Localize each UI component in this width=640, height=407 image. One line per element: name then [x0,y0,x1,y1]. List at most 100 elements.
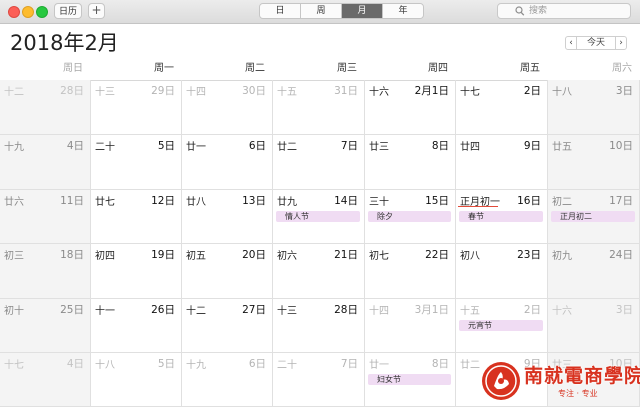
event-holiday[interactable]: 春节 [459,211,543,222]
day-cell[interactable]: 廿六 11日 [0,190,91,244]
day-cell[interactable]: 十四 30日 [182,80,273,135]
lunar-date: 廿七 [95,197,115,208]
day-number: 8日 [431,140,449,152]
day-number: 3日 [615,304,633,316]
search-icon [515,5,525,22]
lunar-date: 十六 [552,306,572,317]
day-number: 20日 [242,249,266,261]
lunar-date: 十二 [4,87,24,98]
day-cell[interactable]: 十七 2日 [456,80,548,135]
day-number: 2月1日 [414,85,449,97]
event-holiday[interactable]: 情人节 [276,211,360,222]
day-cell[interactable]: 廿三 8日 [365,135,456,190]
day-cell[interactable]: 初九 24日 [548,244,640,299]
day-cell[interactable]: 十四 3月1日 [365,299,456,353]
next-month-button[interactable]: › [615,36,627,50]
day-cell[interactable]: 初四 19日 [91,244,182,299]
day-cell[interactable]: 十三 29日 [91,80,182,135]
zoom-window-button[interactable] [36,6,48,18]
day-number: 18日 [60,249,84,261]
day-cell[interactable]: 廿八 13日 [182,190,273,244]
lunar-date: 十五 [460,306,480,317]
day-cell[interactable]: 廿四 9日 [456,135,548,190]
lunar-date: 十八 [552,87,572,98]
day-number: 3日 [615,85,633,97]
day-number: 5日 [157,358,175,370]
day-cell[interactable]: 初三 18日 [0,244,91,299]
day-number: 25日 [60,304,84,316]
minimize-window-button[interactable] [22,6,34,18]
day-number: 4日 [66,140,84,152]
day-cell[interactable]: 十七 4日 [0,353,91,407]
day-cell[interactable]: 廿九 14日 情人节 [273,190,365,244]
lunar-date: 十二 [186,306,206,317]
add-event-button[interactable]: + [88,3,105,19]
close-window-button[interactable] [8,6,20,18]
day-number: 11日 [60,195,84,207]
day-number: 2日 [523,85,541,97]
tab-year[interactable]: 年 [383,4,423,18]
day-cell[interactable]: 三十 15日 除夕 [365,190,456,244]
day-cell[interactable]: 十三 28日 [273,299,365,353]
seal-icon [482,362,520,400]
day-cell[interactable]: 初二 17日 正月初二 [548,190,640,244]
day-cell[interactable]: 廿一 6日 [182,135,273,190]
day-cell[interactable]: 初十 25日 [0,299,91,353]
lunar-date: 二十 [277,360,297,371]
day-cell[interactable]: 十九 4日 [0,135,91,190]
lunar-date: 十九 [4,142,24,153]
day-number: 30日 [242,85,266,97]
day-cell[interactable]: 正月初一 16日 春节 [456,190,548,244]
day-cell[interactable]: 二十 7日 [273,353,365,407]
weekday-header: 周日 周一 周二 周三 周四 周五 周六 [0,58,640,81]
day-cell[interactable]: 初七 22日 [365,244,456,299]
event-holiday[interactable]: 除夕 [368,211,451,222]
calendars-button[interactable]: 日历 [54,3,82,19]
day-cell[interactable]: 十八 5日 [91,353,182,407]
day-cell[interactable]: 十六 2月1日 [365,80,456,135]
day-cell[interactable]: 十一 26日 [91,299,182,353]
day-cell[interactable]: 廿二 7日 [273,135,365,190]
day-cell[interactable]: 十五 31日 [273,80,365,135]
day-cell[interactable]: 廿一 8日 妇女节 [365,353,456,407]
lunar-date: 初三 [4,251,24,262]
search-input[interactable]: 搜索 [497,3,631,19]
weekday-label: 周二 [245,63,265,74]
day-cell[interactable]: 十五 2日 元宵节 [456,299,548,353]
watermark-text: 南就電商學院 [524,365,640,387]
day-cell[interactable]: 廿七 12日 [91,190,182,244]
day-cell[interactable]: 十二 27日 [182,299,273,353]
today-button[interactable]: 今天 [577,36,615,50]
event-holiday[interactable]: 妇女节 [368,374,451,385]
day-cell[interactable]: 廿五 10日 [548,135,640,190]
day-cell[interactable]: 二十 5日 [91,135,182,190]
day-cell[interactable]: 初八 23日 [456,244,548,299]
tab-month[interactable]: 月 [342,4,383,18]
day-cell[interactable]: 十二 28日 [0,80,91,135]
event-holiday[interactable]: 正月初二 [551,211,635,222]
lunar-date: 廿二 [460,360,480,371]
day-number: 31日 [334,85,358,97]
day-number: 9日 [523,140,541,152]
day-cell[interactable]: 十九 6日 [182,353,273,407]
lunar-date: 十八 [95,360,115,371]
previous-month-button[interactable]: ‹ [565,36,577,50]
tab-week[interactable]: 周 [301,4,342,18]
day-number: 3月1日 [414,304,449,316]
tab-day[interactable]: 日 [260,4,301,18]
day-cell[interactable]: 十八 3日 [548,80,640,135]
day-cell[interactable]: 初五 20日 [182,244,273,299]
day-cell[interactable]: 十六 3日 [548,299,640,353]
watermark-subtext: 专注 · 专业 [558,389,598,398]
day-number: 13日 [242,195,266,207]
day-cell[interactable]: 初六 21日 [273,244,365,299]
day-number: 12日 [151,195,175,207]
event-holiday[interactable]: 元宵节 [459,320,543,331]
day-number: 10日 [609,140,633,152]
day-number: 23日 [517,249,541,261]
day-number: 19日 [151,249,175,261]
lunar-date: 初四 [95,251,115,262]
lunar-date: 廿五 [552,142,572,153]
lunar-date: 初五 [186,251,206,262]
day-number: 15日 [425,195,449,207]
